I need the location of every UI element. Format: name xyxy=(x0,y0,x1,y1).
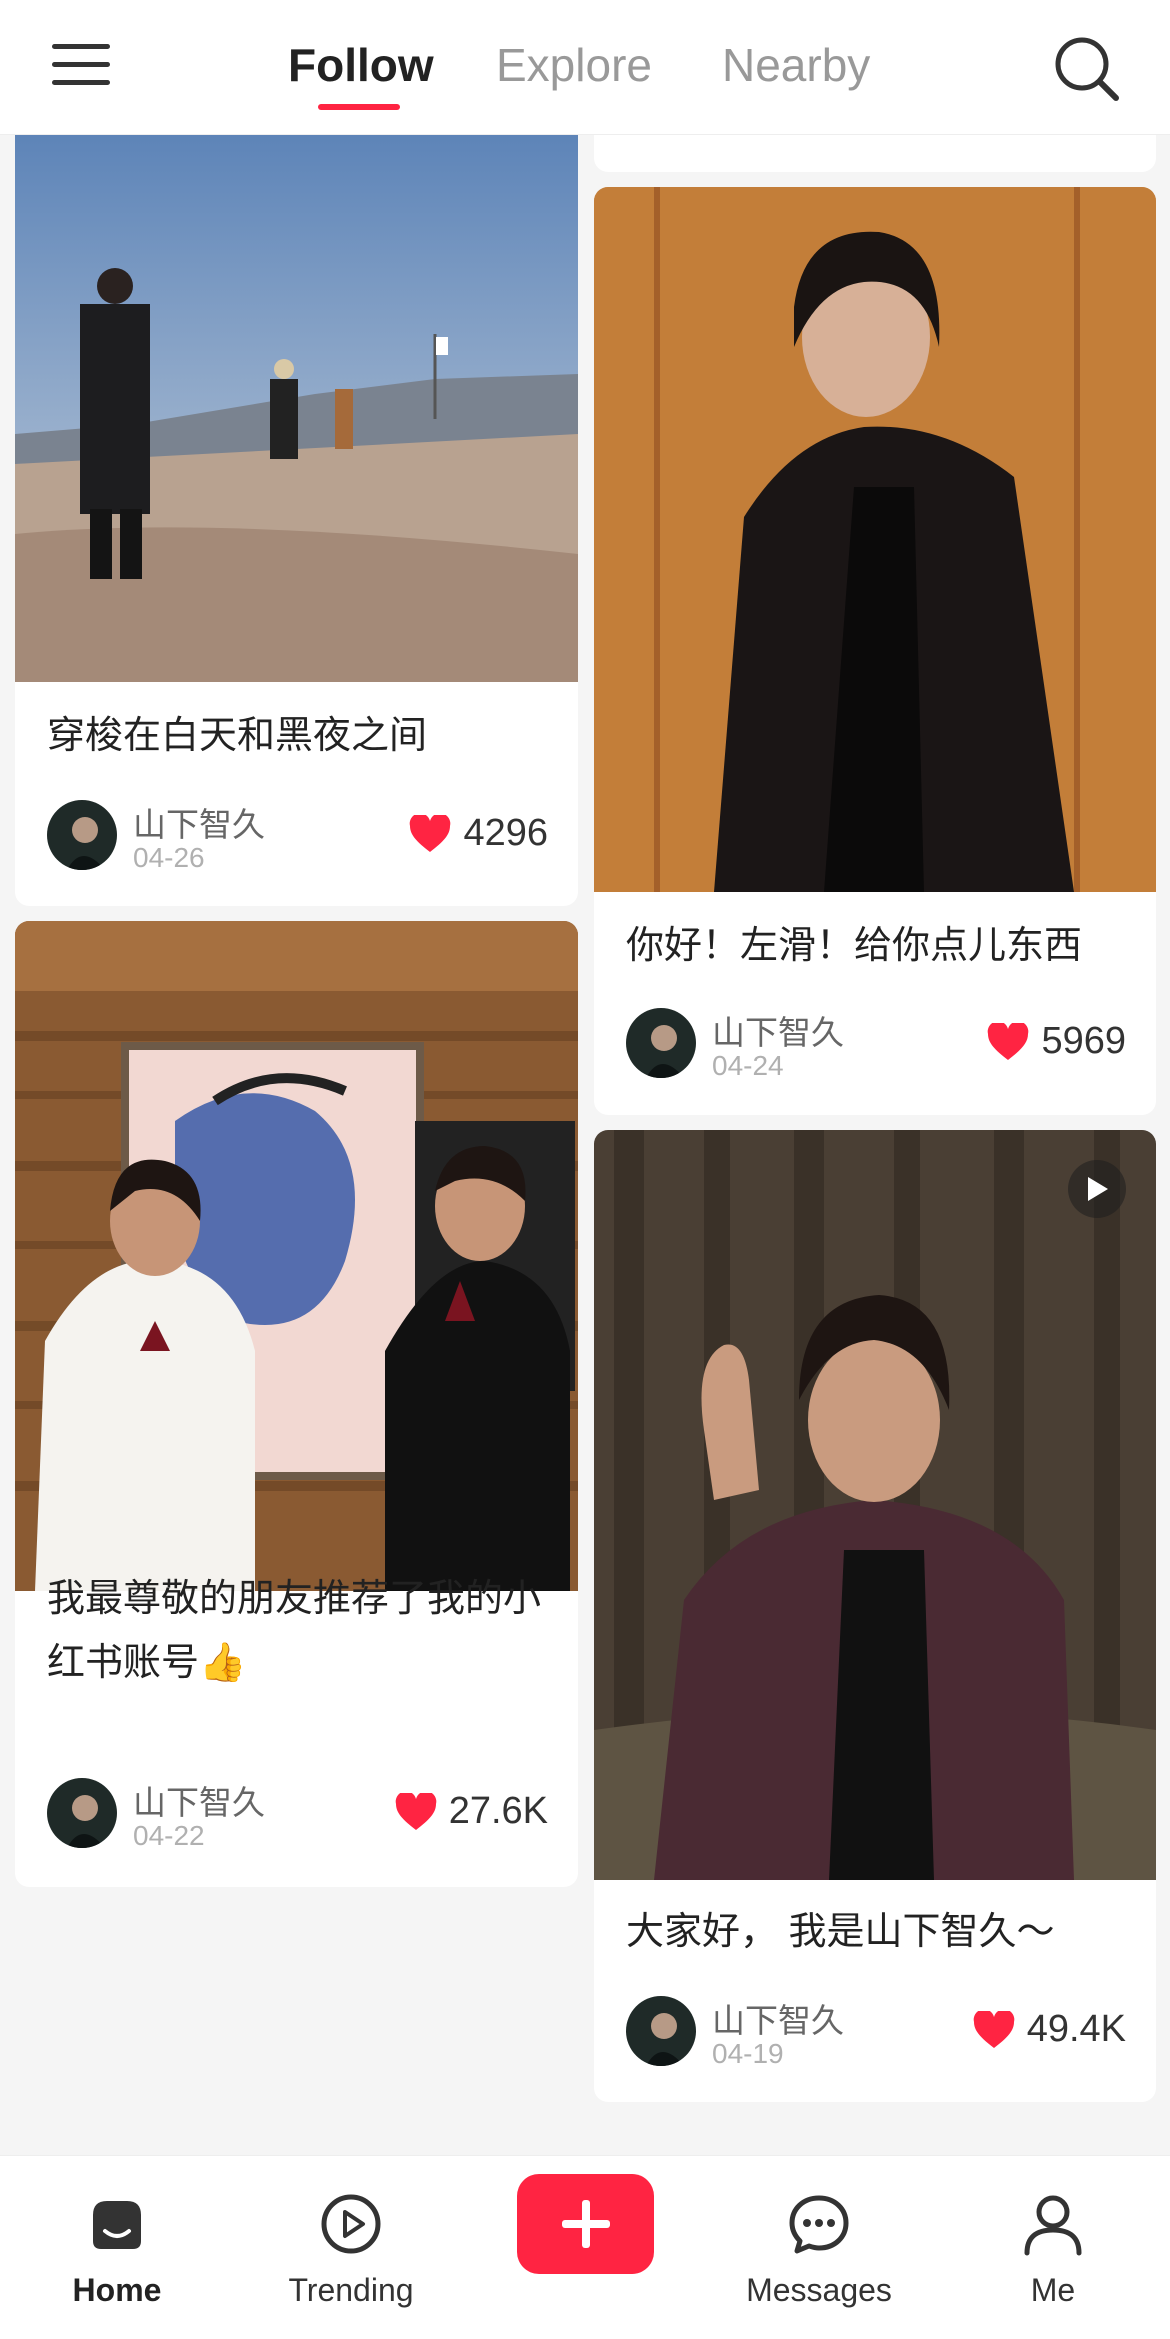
like-count[interactable]: 4296 xyxy=(409,812,548,855)
nav-me[interactable]: Me xyxy=(953,2174,1153,2309)
post-photo xyxy=(594,1130,1156,1880)
menu-icon[interactable] xyxy=(52,40,112,92)
nav-messages-label: Messages xyxy=(746,2272,892,2308)
post-date: 04-19 xyxy=(712,2038,784,2069)
nav-trending[interactable]: Trending xyxy=(251,2174,451,2309)
post-date: 04-24 xyxy=(712,1050,784,1081)
author-name[interactable]: 山下智久 xyxy=(133,798,265,846)
play-icon xyxy=(1088,1177,1108,1201)
like-count-value: 5969 xyxy=(1041,1020,1126,1062)
play-circle-icon xyxy=(321,2194,381,2254)
post-photo xyxy=(594,187,1156,892)
avatar[interactable] xyxy=(47,800,117,870)
create-post-button[interactable] xyxy=(517,2174,654,2274)
like-count-value: 4296 xyxy=(463,812,548,854)
tab-follow[interactable]: Follow xyxy=(288,38,434,92)
post-photo xyxy=(15,921,578,1591)
heart-icon xyxy=(973,2010,1014,2048)
author-name[interactable]: 山下智久 xyxy=(712,1994,844,2042)
nav-home-label: Home xyxy=(72,2272,162,2308)
author-name[interactable]: 山下智久 xyxy=(133,1776,265,1824)
post-date: 04-22 xyxy=(133,1820,205,1851)
tab-explore[interactable]: Explore xyxy=(496,38,652,92)
author-name[interactable]: 山下智久 xyxy=(712,1006,844,1054)
plus-icon xyxy=(561,2200,610,2248)
avatar[interactable] xyxy=(626,1008,696,1078)
bottom-nav-bar: Home Trending Messages Me xyxy=(0,2155,1170,2339)
avatar[interactable] xyxy=(47,1778,117,1848)
top-nav-bar: Follow Explore Nearby xyxy=(0,0,1170,134)
like-count-value: 27.6K xyxy=(448,1790,548,1832)
post-title: 我最尊敬的朋友推荐了我的小红书账号👍 xyxy=(47,1578,542,1684)
post-title: 穿梭在白天和黑夜之间 xyxy=(47,715,428,757)
like-count[interactable]: 27.6K xyxy=(395,1790,548,1833)
heart-icon xyxy=(988,1022,1029,1060)
chat-bubble-icon xyxy=(789,2195,849,2254)
post-title: 你好！左滑！给你点儿东西 xyxy=(626,925,1083,967)
like-count[interactable]: 5969 xyxy=(987,1020,1126,1063)
post-photo xyxy=(15,134,578,682)
post-card[interactable]: 大家好， 我是山下智久～ 山下智久 04-19 49.4K xyxy=(594,1130,1156,2102)
home-icon xyxy=(93,2201,141,2249)
heart-icon xyxy=(410,814,451,852)
nav-home[interactable]: Home xyxy=(17,2174,217,2309)
post-card[interactable]: 我最尊敬的朋友推荐了我的小红书账号👍 山下智久 04-22 27.6K xyxy=(15,921,578,1887)
like-count-value: 49.4K xyxy=(1026,2008,1126,2050)
like-count[interactable]: 49.4K xyxy=(973,2008,1126,2051)
video-badge xyxy=(1068,1160,1126,1218)
nav-trending-label: Trending xyxy=(288,2272,414,2308)
active-tab-indicator xyxy=(318,104,400,110)
post-title: 大家好， 我是山下智久～ xyxy=(626,1911,1055,1953)
nav-me-label: Me xyxy=(1030,2272,1076,2308)
heart-icon xyxy=(395,1792,436,1830)
search-icon[interactable] xyxy=(1052,34,1122,104)
post-card[interactable]: 你好！左滑！给你点儿东西 山下智久 04-24 5969 xyxy=(594,187,1156,1115)
nav-messages[interactable]: Messages xyxy=(719,2174,919,2309)
avatar[interactable] xyxy=(626,1996,696,2066)
post-date: 04-26 xyxy=(133,842,205,873)
person-icon xyxy=(1024,2195,1082,2256)
tab-nearby[interactable]: Nearby xyxy=(722,38,870,92)
post-card[interactable]: 穿梭在白天和黑夜之间 山下智久 04-26 4296 xyxy=(15,134,578,906)
